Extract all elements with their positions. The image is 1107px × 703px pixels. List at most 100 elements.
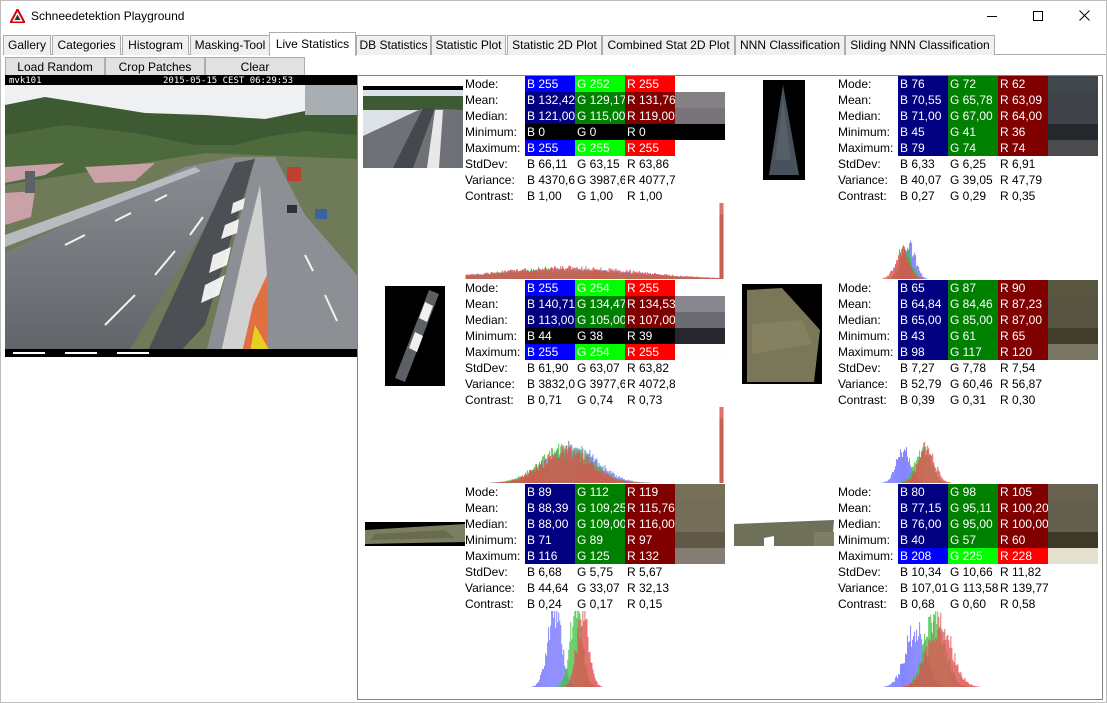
stat-label-mode: Mode: <box>838 77 872 91</box>
stat-label-median: Median: <box>838 517 881 531</box>
camera-image[interactable]: mvk101 2015-05-15 CEST 06:29:53 <box>5 75 357 357</box>
minimize-icon <box>987 8 997 26</box>
title-bar: Schneedetektion Playground <box>1 1 1106 32</box>
stat-panel-full-image: Mode: B 255 G 252 R 255 Mean: B 132,42 G 129,1… <box>358 76 731 280</box>
tab-statistic-plot[interactable]: Statistic Plot <box>431 35 506 55</box>
maximize-button[interactable] <box>1015 1 1061 32</box>
load-random-button[interactable]: Load Random <box>5 57 105 77</box>
tab-sliding-nnn-classification[interactable]: Sliding NNN Classification <box>845 35 995 55</box>
close-button[interactable] <box>1061 1 1107 32</box>
stat-panel-left-field-patch: Mode: B 89 G 112 R 119 Mean: B 88,39 G 109,25 R… <box>358 484 731 688</box>
color-swatch-maximum <box>1048 548 1098 564</box>
patch-thumbnail <box>734 518 834 548</box>
tab-gallery[interactable]: Gallery <box>3 35 51 55</box>
color-swatch-mode <box>675 280 725 296</box>
stat-label-stddev: StdDev: <box>838 565 881 579</box>
stat-label-mode: Mode: <box>838 281 872 295</box>
stat-label-stddev: StdDev: <box>465 157 508 171</box>
tab-statistic-2d-plot[interactable]: Statistic 2D Plot <box>507 35 602 55</box>
tab-categories[interactable]: Categories <box>52 35 121 55</box>
stat-mean-green: G 109,25 <box>575 500 625 516</box>
stat-label-variance: Variance: <box>465 173 515 187</box>
patch-thumbnail <box>763 80 805 180</box>
stat-maximum-blue: B 208 <box>898 548 948 564</box>
color-swatch-median <box>675 108 725 124</box>
color-swatch-mean <box>1048 92 1098 108</box>
stat-minimum-blue: B 0 <box>525 124 575 140</box>
tab-live-statistics[interactable]: Live Statistics <box>269 32 356 56</box>
minimize-button[interactable] <box>969 1 1015 32</box>
stat-minimum-green: G 38 <box>575 328 625 344</box>
stat-variance-green: G 33,07 <box>577 581 620 595</box>
stat-stddev-red: R 6,91 <box>1000 157 1036 171</box>
stat-median-red: R 119,00 <box>625 108 675 124</box>
stat-mean-blue: B 64,84 <box>898 296 948 312</box>
stat-minimum-red: R 39 <box>625 328 675 344</box>
stat-mean-green: G 84,46 <box>948 296 998 312</box>
stat-maximum-blue: B 255 <box>525 344 575 360</box>
stat-variance-blue: B 3832,08 <box>527 377 575 391</box>
tab-histogram[interactable]: Histogram <box>122 35 189 55</box>
stat-label-variance: Variance: <box>838 377 888 391</box>
stat-median-green: G 115,00 <box>575 108 625 124</box>
stat-label-variance: Variance: <box>838 173 888 187</box>
stat-label-minimum: Minimum: <box>465 533 518 547</box>
stat-panel-grass-patch: Mode: B 65 G 87 R 90 Mean: B 64,84 G 84,46 R 87… <box>731 280 1102 484</box>
stat-median-green: G 95,00 <box>948 516 998 532</box>
tab-combined-stat-2d-plot[interactable]: Combined Stat 2D Plot <box>602 35 735 55</box>
stat-stddev-green: G 63,07 <box>577 361 620 375</box>
stat-median-blue: B 76,00 <box>898 516 948 532</box>
stat-mode-red: R 119 <box>625 484 675 500</box>
stat-variance-blue: B 52,79 <box>900 377 942 391</box>
stat-mode-red: R 62 <box>998 76 1048 92</box>
stat-label-minimum: Minimum: <box>838 329 891 343</box>
stat-label-mean: Mean: <box>838 501 872 515</box>
stat-maximum-red: R 74 <box>998 140 1048 156</box>
stat-mean-green: G 134,47 <box>575 296 625 312</box>
color-swatch-minimum <box>675 124 725 140</box>
stat-minimum-green: G 41 <box>948 124 998 140</box>
stat-variance-red: R 4072,87 <box>627 377 675 391</box>
stat-stddev-red: R 63,86 <box>627 157 670 171</box>
warning-triangle-icon <box>9 8 26 28</box>
clear-button[interactable]: Clear <box>205 57 305 77</box>
stat-mean-red: R 134,53 <box>625 296 675 312</box>
stat-label-median: Median: <box>465 313 508 327</box>
color-swatch-maximum <box>675 344 725 360</box>
color-swatch-median <box>1048 312 1098 328</box>
stat-label-maximum: Maximum: <box>838 141 894 155</box>
stat-variance-blue: B 44,64 <box>527 581 569 595</box>
stat-label-maximum: Maximum: <box>838 345 894 359</box>
stat-mode-green: G 72 <box>948 76 998 92</box>
stat-maximum-red: R 132 <box>625 548 675 564</box>
stat-mode-green: G 254 <box>575 280 625 296</box>
stat-panel-lane-marking-patch: Mode: B 76 G 72 R 62 Mean: B 70,55 G 65,78 R 63… <box>731 76 1102 280</box>
stat-mode-green: G 252 <box>575 76 625 92</box>
stat-maximum-green: G 125 <box>575 548 625 564</box>
stat-stddev-blue: B 6,68 <box>527 565 562 579</box>
histogram-series-red <box>489 407 724 483</box>
stat-mean-blue: B 132,42 <box>525 92 575 108</box>
color-swatch-median <box>675 312 725 328</box>
color-swatch-minimum <box>1048 532 1098 548</box>
tab-db-statistics[interactable]: DB Statistics <box>356 35 431 55</box>
stat-label-minimum: Minimum: <box>465 125 518 139</box>
stat-median-green: G 109,00 <box>575 516 625 532</box>
stat-maximum-blue: B 79 <box>898 140 948 156</box>
stat-mode-blue: B 65 <box>898 280 948 296</box>
tab-nnn-classification[interactable]: NNN Classification <box>735 35 845 55</box>
stat-variance-blue: B 4370,60 <box>527 173 575 187</box>
color-swatch-maximum <box>675 548 725 564</box>
color-swatch-minimum <box>675 532 725 548</box>
stat-mean-red: R 100,20 <box>998 500 1048 516</box>
crop-patches-button[interactable]: Crop Patches <box>105 57 205 77</box>
tab-masking-tool[interactable]: Masking-Tool <box>190 35 270 55</box>
stat-variance-green: G 39,05 <box>950 173 993 187</box>
stat-label-maximum: Maximum: <box>465 345 521 359</box>
color-swatch-maximum <box>675 140 725 156</box>
color-swatch-median <box>1048 516 1098 532</box>
stat-minimum-green: G 57 <box>948 532 998 548</box>
stat-label-minimum: Minimum: <box>838 533 891 547</box>
stat-label-mean: Mean: <box>838 93 872 107</box>
color-swatch-minimum <box>675 328 725 344</box>
